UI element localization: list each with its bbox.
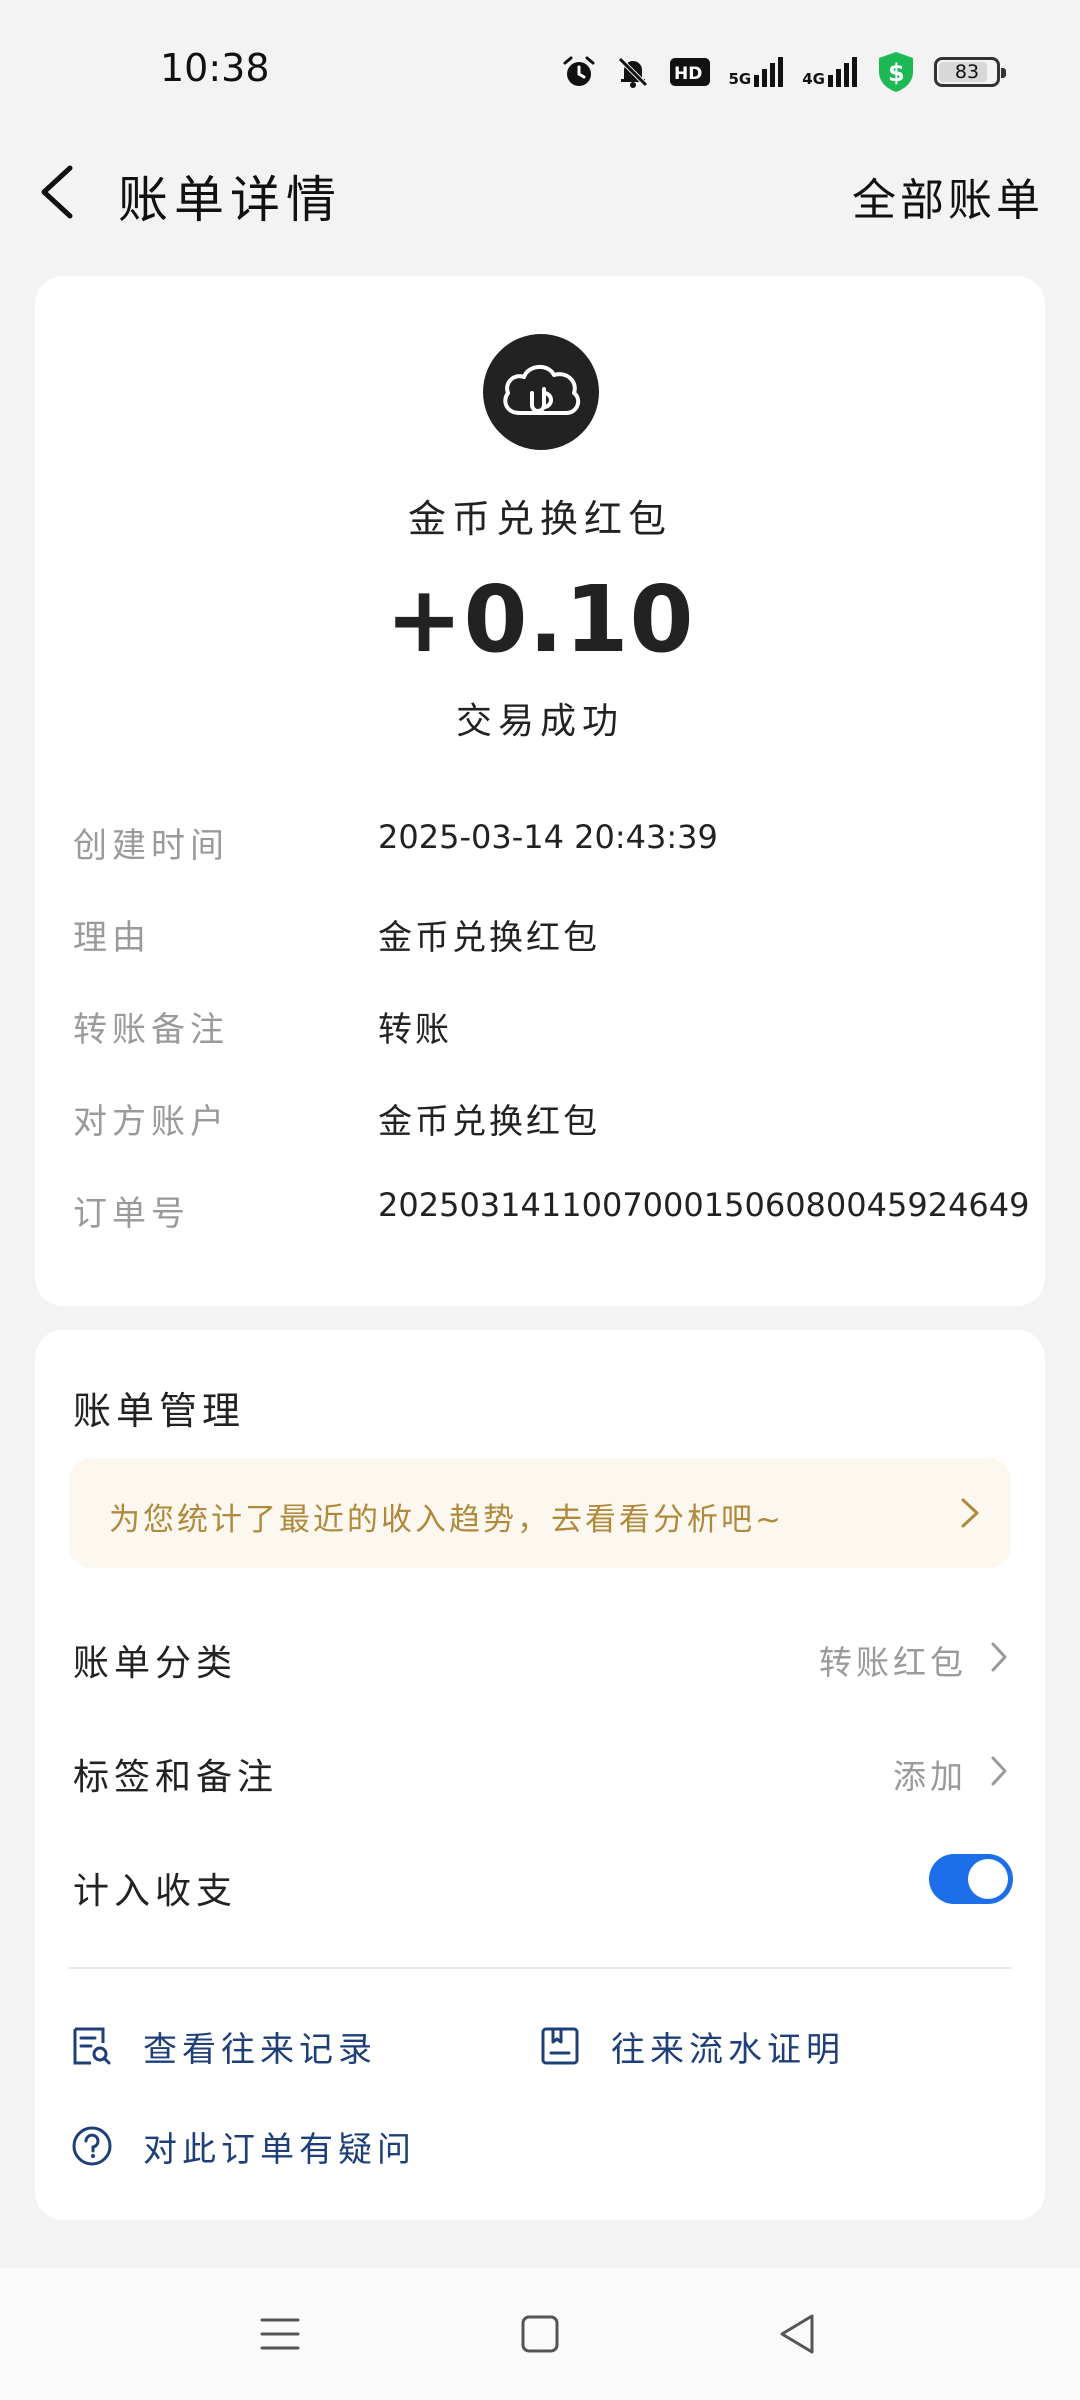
all-bills-link[interactable]: 全部账单 xyxy=(852,164,1044,228)
document-proof-icon xyxy=(541,2027,579,2065)
detail-row-order-number: 订单号 20250314110070001506080045924649 xyxy=(73,1178,1030,1238)
back-button[interactable] xyxy=(36,162,86,222)
bill-management-card: 账单管理 为您统计了最近的收入趋势，去看看分析吧~ 账单分类 转账红包 标签和备… xyxy=(35,1330,1045,2220)
alarm-icon xyxy=(563,56,594,86)
action-label: 查看往来记录 xyxy=(143,2029,377,2070)
back-nav-button[interactable] xyxy=(774,2310,822,2358)
signal-4g-icon: 4G xyxy=(802,57,858,87)
count-in-income-row: 计入收支 xyxy=(73,1846,1013,1926)
detail-row-remark: 转账备注 转账 xyxy=(73,994,1013,1054)
menu-nav-button[interactable] xyxy=(256,2310,304,2358)
svg-text:HD: HD xyxy=(674,64,702,84)
setting-value: 添加 xyxy=(893,1757,967,1796)
transaction-detail-card: 金币兑换红包 +0.10 交易成功 创建时间 2025-03-14 20:43:… xyxy=(35,276,1045,1306)
net-label-4g: 4G xyxy=(802,70,825,88)
system-nav-bar xyxy=(0,2268,1080,2400)
transaction-status: 交易成功 xyxy=(455,701,624,742)
status-bar: 10:38 HD 5G 4G $ 83 xyxy=(0,0,1080,140)
net-label-5g: 5G xyxy=(728,70,752,88)
detail-value: 金币兑换红包 xyxy=(378,918,600,958)
transaction-proof-link[interactable]: 往来流水证明 xyxy=(539,2016,845,2076)
chevron-right-icon xyxy=(991,1756,1007,1786)
action-label: 往来流水证明 xyxy=(611,2029,845,2070)
setting-label: 计入收支 xyxy=(73,1871,238,1912)
detail-label: 创建时间 xyxy=(73,826,229,866)
detail-label: 转账备注 xyxy=(73,1010,229,1050)
battery-level: 83 xyxy=(954,61,980,83)
header: 账单详情 全部账单 xyxy=(0,140,1080,240)
detail-value[interactable]: 20250314110070001506080045924649 xyxy=(378,1186,1030,1224)
tags-remarks-row[interactable]: 标签和备注 添加 xyxy=(73,1732,1013,1812)
hd-voice-icon: HD xyxy=(669,58,710,86)
cloud-logo-icon xyxy=(483,334,599,450)
bill-category-row[interactable]: 账单分类 转账红包 xyxy=(73,1618,1013,1698)
detail-value: 金币兑换红包 xyxy=(378,1102,600,1142)
detail-row-counterparty: 对方账户 金币兑换红包 xyxy=(73,1086,1013,1146)
signal-5g-icon: 5G xyxy=(729,57,785,87)
chevron-right-icon xyxy=(991,1642,1007,1672)
back-arrow-icon xyxy=(41,165,73,219)
detail-row-reason: 理由 金币兑换红包 xyxy=(73,902,1013,962)
view-records-link[interactable]: 查看往来记录 xyxy=(71,2016,377,2076)
detail-label: 订单号 xyxy=(73,1194,190,1234)
svg-text:$: $ xyxy=(888,59,905,87)
detail-value: 转账 xyxy=(378,1010,452,1050)
income-trend-banner[interactable]: 为您统计了最近的收入趋势，去看看分析吧~ xyxy=(69,1458,1011,1568)
menu-icon xyxy=(260,2318,300,2350)
action-label: 对此订单有疑问 xyxy=(143,2129,416,2170)
home-square-icon xyxy=(521,2315,559,2353)
question-circle-icon xyxy=(72,2126,112,2166)
setting-label: 标签和备注 xyxy=(73,1757,279,1798)
merchant-name: 金币兑换红包 xyxy=(407,497,672,541)
records-search-icon xyxy=(73,2027,111,2065)
divider xyxy=(69,1967,1011,1969)
detail-value: 2025-03-14 20:43:39 xyxy=(378,818,718,856)
order-question-link[interactable]: 对此订单有疑问 xyxy=(71,2116,416,2176)
shield-dollar-icon: $ xyxy=(879,52,913,92)
status-icons: HD 5G 4G $ 83 xyxy=(561,48,1006,96)
detail-row-created-time: 创建时间 2025-03-14 20:43:39 xyxy=(73,810,1013,870)
transaction-amount: +0.10 xyxy=(385,566,695,673)
mute-bell-icon xyxy=(617,57,648,88)
chevron-right-icon xyxy=(961,1498,979,1528)
detail-label: 对方账户 xyxy=(73,1102,229,1142)
back-triangle-icon xyxy=(780,2314,814,2354)
count-in-income-toggle[interactable] xyxy=(929,1854,1013,1904)
home-nav-button[interactable] xyxy=(516,2310,564,2358)
detail-label: 理由 xyxy=(73,918,151,958)
setting-value: 转账红包 xyxy=(819,1643,967,1682)
page-title: 账单详情 xyxy=(118,171,342,229)
section-title: 账单管理 xyxy=(73,1389,246,1433)
toggle-knob xyxy=(968,1859,1008,1899)
setting-label: 账单分类 xyxy=(73,1643,238,1684)
banner-text: 为您统计了最近的收入趋势，去看看分析吧~ xyxy=(109,1502,784,1538)
battery-icon: 83 xyxy=(934,57,1006,87)
status-time: 10:38 xyxy=(160,46,270,90)
